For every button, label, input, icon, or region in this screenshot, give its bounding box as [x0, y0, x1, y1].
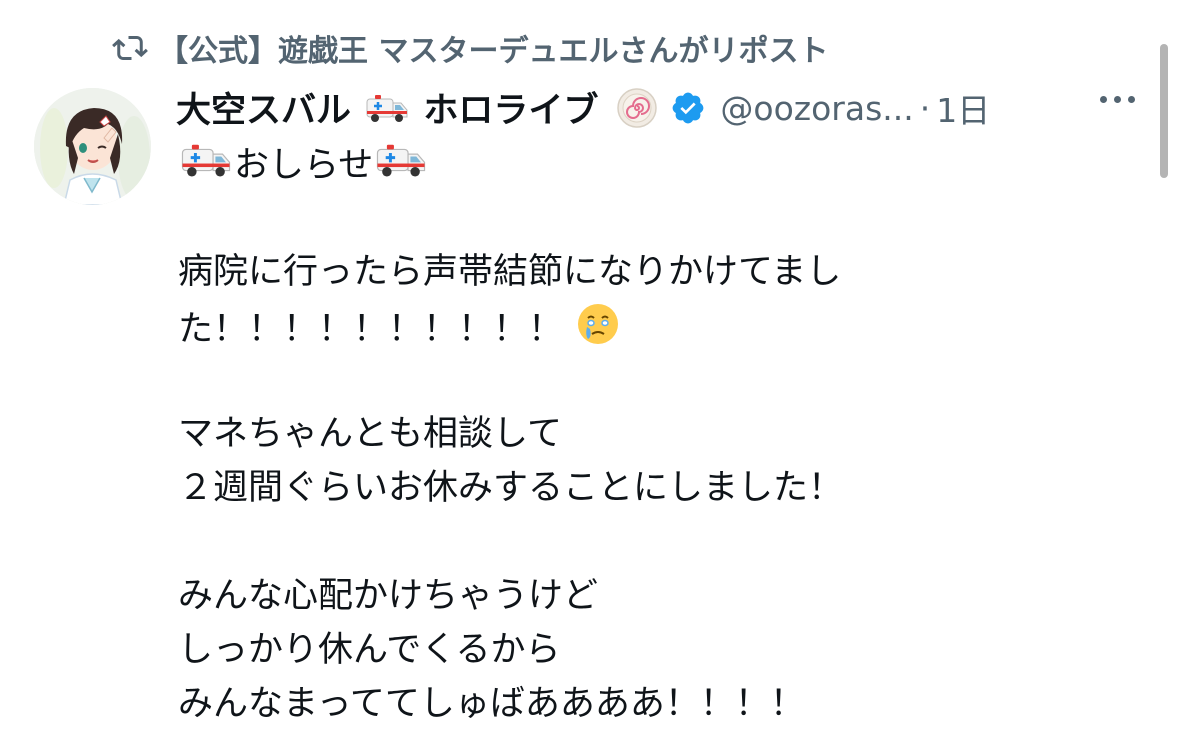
- scrollbar[interactable]: [1160, 44, 1168, 178]
- tweet-text-1: おしらせ: [234, 145, 374, 186]
- repost-context[interactable]: 【公式】遊戯王 マスターデュエルさんがリポスト: [112, 26, 828, 70]
- verified-badge-icon[interactable]: [670, 90, 706, 126]
- separator-dot: ·: [919, 88, 931, 128]
- tweet-line-3: た！！！！！！！！！！: [178, 302, 622, 359]
- avatar[interactable]: [34, 88, 151, 205]
- ambulance-emoji: [365, 91, 409, 134]
- timestamp[interactable]: 1日: [936, 84, 990, 132]
- tweet-header: 大空スバル ホロライブ @oozoras... · 1日: [176, 80, 1179, 136]
- tweet-line-5: ２週間ぐらいお休みすることにしました！: [178, 468, 844, 508]
- repost-icon: [112, 36, 148, 60]
- tweet-text-3: た！！！！！！！！！！: [178, 309, 564, 350]
- tweet-line-2: 病院に行ったら声帯結節になりかけてまし: [178, 252, 842, 292]
- ambulance-emoji: [180, 140, 232, 193]
- ambulance-emoji: [375, 140, 427, 193]
- tweet-line-1: おしらせ: [178, 140, 429, 193]
- avatar-illustration: [34, 88, 151, 205]
- holding-back-tears-emoji: [576, 302, 620, 359]
- tweet-line-7: しっかり休んでくるから: [178, 630, 561, 670]
- more-options-icon[interactable]: [1100, 96, 1135, 103]
- repost-text: 【公式】遊戯王 マスターデュエルさんがリポスト: [158, 34, 829, 69]
- author-handle[interactable]: @oozoras...: [720, 89, 913, 128]
- naruto-icon: [616, 87, 658, 129]
- author-name-part1: 大空スバル: [176, 91, 352, 132]
- author-name[interactable]: 大空スバル ホロライブ: [176, 82, 598, 134]
- tweet-line-8: みんなまっててしゅばああああ！！！！: [178, 684, 805, 724]
- tweet-line-6: みんな心配かけちゃうけど: [178, 576, 599, 616]
- tweet-line-4: マネちゃんとも相談して: [178, 414, 562, 454]
- author-name-part2: ホロライブ: [423, 91, 599, 132]
